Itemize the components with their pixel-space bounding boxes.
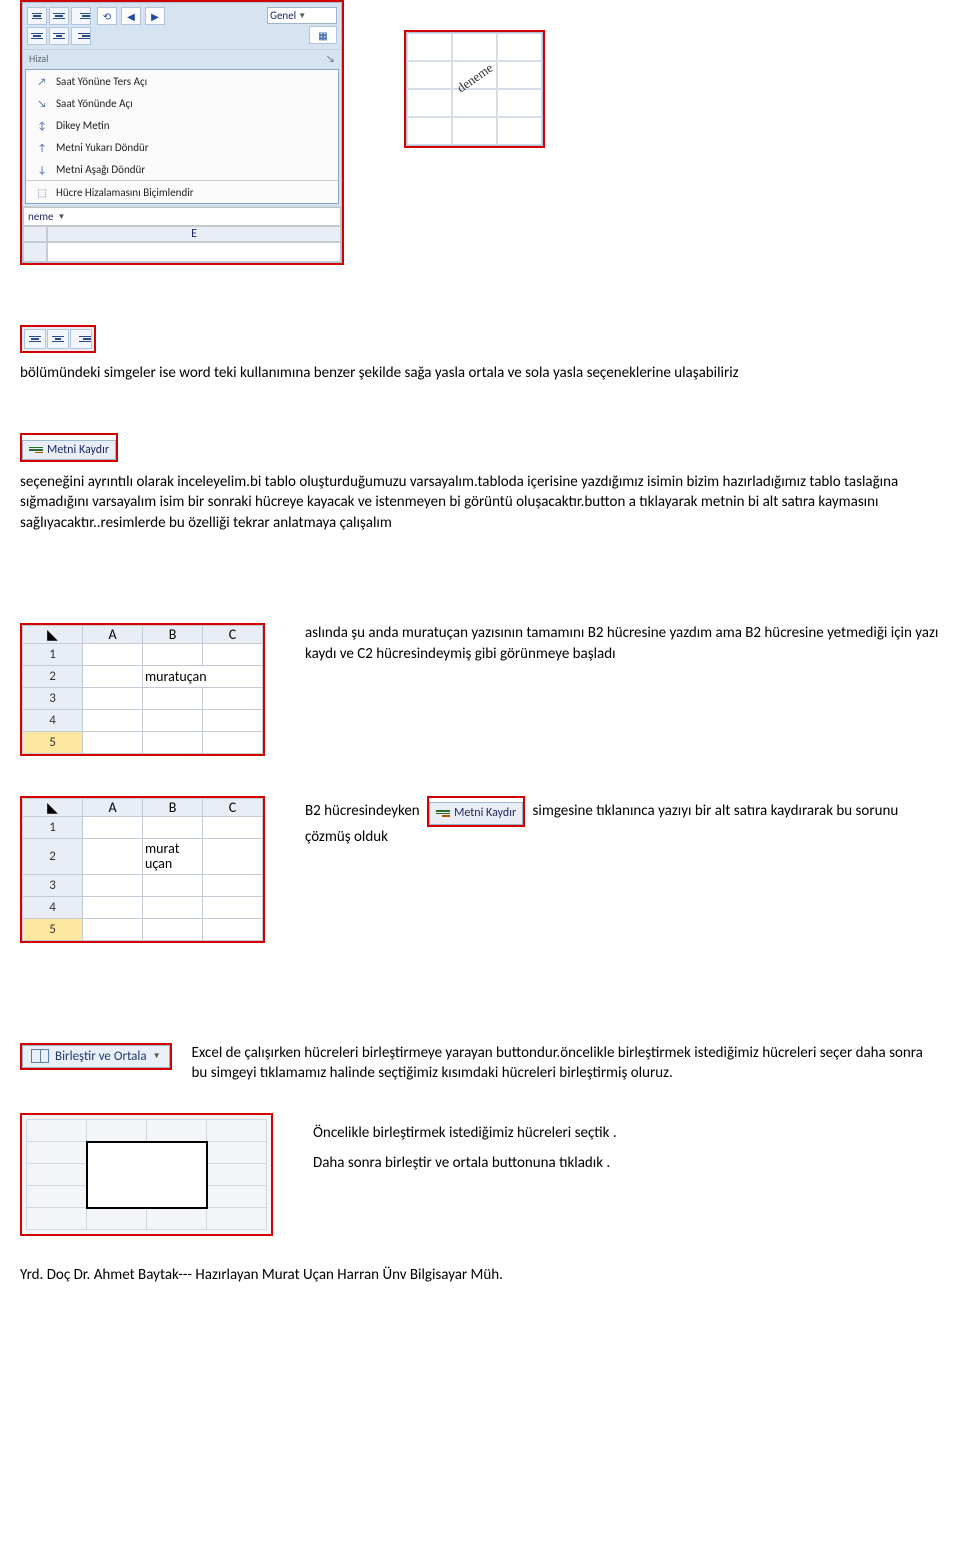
align-center-btn[interactable] — [47, 329, 69, 349]
select-all-corner[interactable]: ◣ — [23, 798, 83, 816]
menu-label: Saat Yönünde Açı — [56, 97, 133, 110]
chevron-down-icon: ▼ — [58, 212, 66, 222]
rotate-up-icon: ↑ — [34, 139, 50, 155]
paragraph-align: bölümündeki simgeler ise word teki kulla… — [20, 363, 940, 383]
row-header[interactable]: 2 — [23, 838, 83, 874]
menu-label: Hücre Hizalamasını Biçimlendir — [56, 186, 194, 199]
row-header[interactable]: 5 — [23, 918, 83, 940]
indent-increase-icon[interactable]: ▶ — [145, 7, 165, 25]
row-header[interactable]: 2 — [23, 665, 83, 687]
wrap-text-chip-inline: Metni Kaydır — [427, 796, 525, 827]
selection-grid-box — [20, 1113, 273, 1236]
select-all-corner[interactable]: ◣ — [23, 625, 83, 643]
orientation-preview: deneme — [404, 30, 545, 148]
align-right-btn[interactable] — [70, 329, 92, 349]
menu-rotate-ccw[interactable]: ↗ Saat Yönüne Ters Açı — [26, 70, 338, 92]
row-header[interactable]: 1 — [23, 816, 83, 838]
orientation-icon[interactable]: ⟲ — [97, 7, 117, 25]
cell-line: uçan — [145, 856, 200, 871]
indent-decrease-icon[interactable]: ◀ — [121, 7, 141, 25]
row-header[interactable]: 4 — [23, 709, 83, 731]
ribbon-screenshot: ⟲ ◀ ▶ Genel ▼ ▦ Hizal ↘ ↗Saat Yönüne — [20, 0, 344, 265]
conditional-format-icon[interactable]: ▦ — [309, 26, 337, 44]
desc-overflow: aslında şu anda muratuçan yazısının tama… — [305, 623, 940, 665]
menu-rotate-cw[interactable]: ↘ Saat Yönünde Açı — [26, 92, 338, 114]
page-footer: Yrd. Doç Dr. Ahmet Baytak--- Hazırlayan … — [20, 1266, 940, 1284]
rotate-ccw-icon: ↗ — [34, 73, 50, 89]
row-header[interactable]: 5 — [23, 731, 83, 753]
menu-label: Metni Aşağı Döndür — [56, 163, 145, 176]
merge-icon — [31, 1049, 49, 1063]
paragraph-merge: Excel de çalışırken hücreleri birleştirm… — [192, 1043, 940, 1084]
name-box-value: neme — [28, 210, 54, 223]
wrap-text-icon — [29, 443, 43, 457]
wrap-text-label: Metni Kaydır — [454, 805, 516, 822]
menu-rotate-down[interactable]: ↓ Metni Aşağı Döndür — [26, 158, 338, 180]
menu-format-alignment[interactable]: ⬚ Hücre Hizalamasını Biçimlendir — [26, 181, 338, 203]
dialog-launcher-icon[interactable]: ↘ — [326, 52, 335, 65]
merge-chip-box: Birleştir ve Ortala ▼ — [20, 1043, 172, 1070]
column-header[interactable]: E — [47, 226, 341, 242]
selection-grid — [26, 1119, 267, 1230]
rotate-down-icon: ↓ — [34, 161, 50, 177]
wrap-text-chip-box: Metni Kaydır — [20, 433, 118, 462]
cell-b2[interactable]: muratuçan — [143, 665, 263, 687]
vertical-text-icon: ↕ — [34, 117, 50, 133]
row-header[interactable]: 3 — [23, 687, 83, 709]
desc-wrapped-a: B2 hücresindeyken — [305, 802, 420, 820]
cell-line: murat — [145, 841, 200, 856]
menu-rotate-up[interactable]: ↑ Metni Yukarı Döndür — [26, 136, 338, 158]
chevron-down-icon: ▼ — [153, 1051, 161, 1061]
row-header[interactable]: 3 — [23, 874, 83, 896]
col-header[interactable]: A — [83, 798, 143, 816]
paragraph-wrap: seçeneğini ayrıntılı olarak inceleyelim.… — [20, 472, 940, 533]
merge-label: Birleştir ve Ortala — [55, 1049, 147, 1064]
col-header[interactable]: B — [143, 798, 203, 816]
alignment-section-label: Hizal — [29, 52, 48, 65]
align-button-group — [27, 7, 91, 45]
col-header[interactable]: C — [203, 625, 263, 643]
align-left[interactable] — [27, 27, 47, 45]
table-wrapped-example: ◣ A B C 1 2 murat uçan 3 4 5 — [20, 796, 265, 943]
format-cells-icon: ⬚ — [34, 184, 50, 200]
menu-label: Metni Yukarı Döndür — [56, 141, 149, 154]
paragraph-click-merge: Daha sonra birleştir ve ortala buttonuna… — [313, 1153, 940, 1173]
align-top-left[interactable] — [27, 7, 47, 25]
col-header[interactable]: C — [203, 798, 263, 816]
merge-center-button[interactable]: Birleştir ve Ortala ▼ — [22, 1045, 170, 1068]
wrap-text-icon — [436, 807, 450, 821]
wrap-text-button[interactable]: Metni Kaydır — [429, 802, 523, 825]
row-header[interactable]: 4 — [23, 896, 83, 918]
menu-label: Saat Yönüne Ters Açı — [56, 75, 147, 88]
menu-vertical-text[interactable]: ↕ Dikey Metin — [26, 114, 338, 136]
align-top-right[interactable] — [71, 7, 91, 25]
name-box[interactable]: neme ▼ — [23, 207, 341, 226]
row-header[interactable]: 1 — [23, 643, 83, 665]
number-format-value: Genel — [270, 9, 296, 22]
chevron-down-icon: ▼ — [298, 11, 306, 21]
selected-range[interactable] — [87, 1142, 207, 1208]
menu-label: Dikey Metin — [56, 119, 110, 132]
col-header[interactable]: B — [143, 625, 203, 643]
wrap-text-button[interactable]: Metni Kaydır — [22, 440, 116, 460]
wrap-text-label: Metni Kaydır — [47, 443, 109, 457]
align-right[interactable] — [71, 27, 91, 45]
align-center[interactable] — [49, 27, 69, 45]
align-top-center[interactable] — [49, 7, 69, 25]
number-format-combo[interactable]: Genel ▼ — [267, 7, 337, 24]
rotate-cw-icon: ↘ — [34, 95, 50, 111]
col-header[interactable]: A — [83, 625, 143, 643]
table-overflow-example: ◣ A B C 1 2 muratuçan 3 4 5 — [20, 623, 265, 756]
orientation-menu: ↗Saat Yönüne Ters Açı ↘Saat Yönünde Açı … — [25, 69, 339, 204]
paragraph-select: Öncelikle birleştirmek istediğimiz hücre… — [313, 1123, 940, 1143]
align-buttons-inline — [20, 325, 96, 353]
align-left-btn[interactable] — [24, 329, 46, 349]
cell-b2-wrapped[interactable]: murat uçan — [143, 838, 203, 874]
